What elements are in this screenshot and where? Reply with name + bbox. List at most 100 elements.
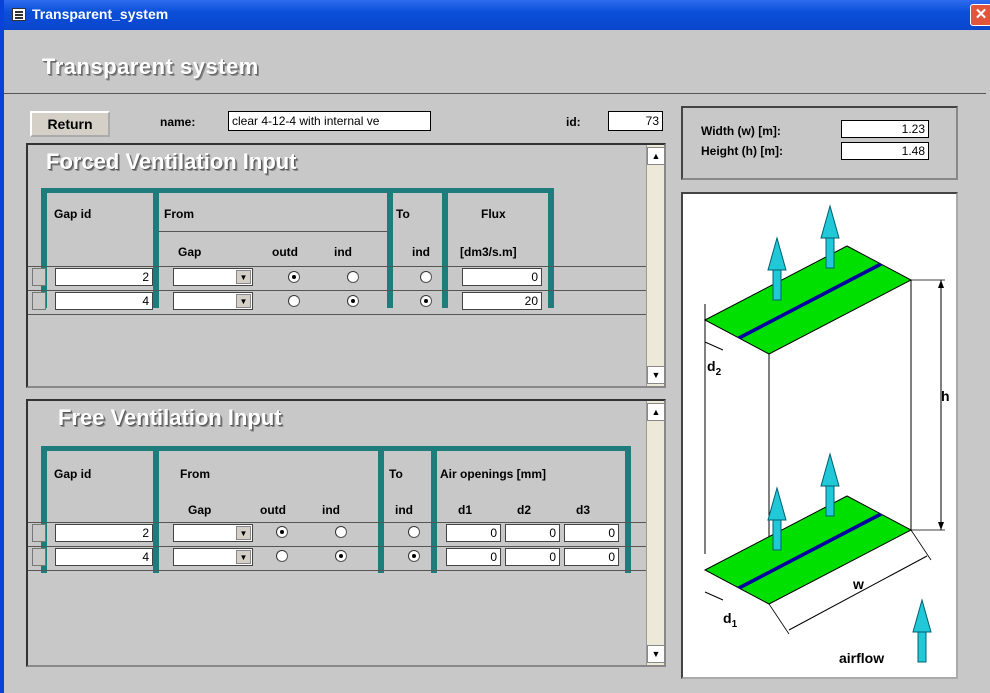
col-d3: d3 — [576, 503, 591, 517]
flux-cell[interactable]: 0 — [462, 268, 542, 286]
col-to-ind: ind — [412, 245, 430, 259]
row-selector[interactable] — [32, 268, 46, 286]
from-ind-radio[interactable] — [335, 526, 347, 538]
gap-combo[interactable]: ▼ — [173, 268, 253, 286]
d3-cell[interactable]: 0 — [564, 548, 619, 566]
gap-combo[interactable]: ▼ — [173, 292, 253, 310]
scrollbar[interactable]: ▲ ▼ — [646, 145, 665, 386]
width-field[interactable]: 1.23 — [841, 120, 929, 138]
to-ind-radio[interactable] — [420, 271, 432, 283]
row-rule — [28, 570, 646, 571]
title-bar: Transparent_system ✕ — [4, 0, 990, 30]
gap-combo[interactable]: ▼ — [173, 524, 253, 542]
form-header: Transparent system — [4, 30, 986, 94]
airflow-label: airflow — [839, 650, 885, 666]
gap-id-cell[interactable]: 2 — [55, 524, 153, 542]
dimensions-box: Width (w) [m]: 1.23 Height (h) [m]: 1.48 — [681, 106, 958, 180]
from-ind-radio[interactable] — [347, 271, 359, 283]
col-flux-unit: [dm3/s.m] — [460, 245, 517, 259]
d2-cell[interactable]: 0 — [505, 548, 560, 566]
scroll-up-icon[interactable]: ▲ — [647, 403, 665, 421]
gap-combo[interactable]: ▼ — [173, 548, 253, 566]
gap-id-cell[interactable]: 2 — [55, 268, 153, 286]
row-rule — [28, 522, 646, 523]
chevron-down-icon[interactable]: ▼ — [236, 526, 251, 540]
return-button[interactable]: Return — [30, 111, 110, 137]
scrollbar[interactable]: ▲ ▼ — [646, 401, 665, 665]
col-ind: ind — [334, 245, 352, 259]
free-ventilation-panel: Free Ventilation Input Gap id From To Ai… — [26, 399, 666, 667]
from-outd-radio[interactable] — [276, 526, 288, 538]
column-divider — [378, 446, 384, 573]
to-ind-radio[interactable] — [420, 295, 432, 307]
height-label: Height (h) [m]: — [701, 144, 783, 158]
col-to: To — [389, 467, 403, 481]
name-label: name: — [160, 115, 196, 129]
page-title: Transparent system — [42, 54, 259, 79]
h-label: h — [941, 388, 950, 404]
from-subrule — [158, 231, 387, 232]
col-from: From — [164, 207, 194, 221]
from-outd-radio[interactable] — [288, 295, 300, 307]
row-rule — [28, 314, 646, 315]
col-gap: Gap — [178, 245, 202, 259]
row-rule — [28, 546, 646, 547]
ventilation-diagram: d2 h w d1 airflow — [681, 192, 958, 679]
col-flux: Flux — [481, 207, 506, 221]
from-ind-radio[interactable] — [335, 550, 347, 562]
row-selector[interactable] — [32, 292, 46, 310]
from-outd-radio[interactable] — [276, 550, 288, 562]
name-field[interactable]: clear 4-12-4 with internal ve — [228, 111, 431, 131]
id-field[interactable]: 73 — [608, 111, 663, 131]
w-label: w — [853, 576, 864, 592]
col-ind: ind — [322, 503, 340, 517]
free-ventilation-title: Free Ventilation Input — [58, 405, 282, 430]
col-d2: d2 — [517, 503, 532, 517]
id-label: id: — [566, 115, 581, 129]
col-gap: Gap — [188, 503, 212, 517]
forced-ventilation-title: Forced Ventilation Input — [46, 149, 297, 174]
diagram-svg — [703, 205, 945, 663]
gap-id-cell[interactable]: 4 — [55, 292, 153, 310]
col-outd: outd — [272, 245, 298, 259]
d1-cell[interactable]: 0 — [446, 548, 501, 566]
col-gap-id: Gap id — [54, 207, 92, 221]
row-rule — [28, 290, 646, 291]
d2-label: d2 — [707, 358, 722, 378]
col-from: From — [180, 467, 210, 481]
scroll-down-icon[interactable]: ▼ — [647, 366, 665, 384]
flux-cell[interactable]: 20 — [462, 292, 542, 310]
scroll-up-icon[interactable]: ▲ — [647, 147, 665, 165]
window-title: Transparent_system — [32, 6, 169, 22]
from-outd-radio[interactable] — [288, 271, 300, 283]
form-icon — [12, 8, 26, 21]
col-to-ind: ind — [395, 503, 413, 517]
header-rule — [41, 446, 631, 451]
row-selector[interactable] — [32, 524, 46, 542]
close-button[interactable]: ✕ — [970, 4, 990, 26]
col-gap-id: Gap id — [54, 467, 92, 481]
to-ind-radio[interactable] — [408, 550, 420, 562]
col-outd: outd — [260, 503, 286, 517]
scroll-down-icon[interactable]: ▼ — [647, 645, 665, 663]
d1-label: d1 — [723, 610, 738, 630]
col-d1: d1 — [458, 503, 473, 517]
chevron-down-icon[interactable]: ▼ — [236, 270, 251, 284]
chevron-down-icon[interactable]: ▼ — [236, 550, 251, 564]
column-divider — [431, 446, 437, 573]
gap-id-cell[interactable]: 4 — [55, 548, 153, 566]
col-to: To — [396, 207, 410, 221]
airflow-legend-arrow — [912, 599, 932, 663]
chevron-down-icon[interactable]: ▼ — [236, 294, 251, 308]
d3-cell[interactable]: 0 — [564, 524, 619, 542]
to-ind-radio[interactable] — [408, 526, 420, 538]
height-field[interactable]: 1.48 — [841, 142, 929, 160]
col-air-openings: Air openings [mm] — [440, 467, 547, 481]
d1-cell[interactable]: 0 — [446, 524, 501, 542]
d2-cell[interactable]: 0 — [505, 524, 560, 542]
from-ind-radio[interactable] — [347, 295, 359, 307]
header-rule — [41, 188, 553, 193]
row-selector[interactable] — [32, 548, 46, 566]
column-divider — [625, 446, 631, 573]
width-label: Width (w) [m]: — [701, 124, 781, 138]
